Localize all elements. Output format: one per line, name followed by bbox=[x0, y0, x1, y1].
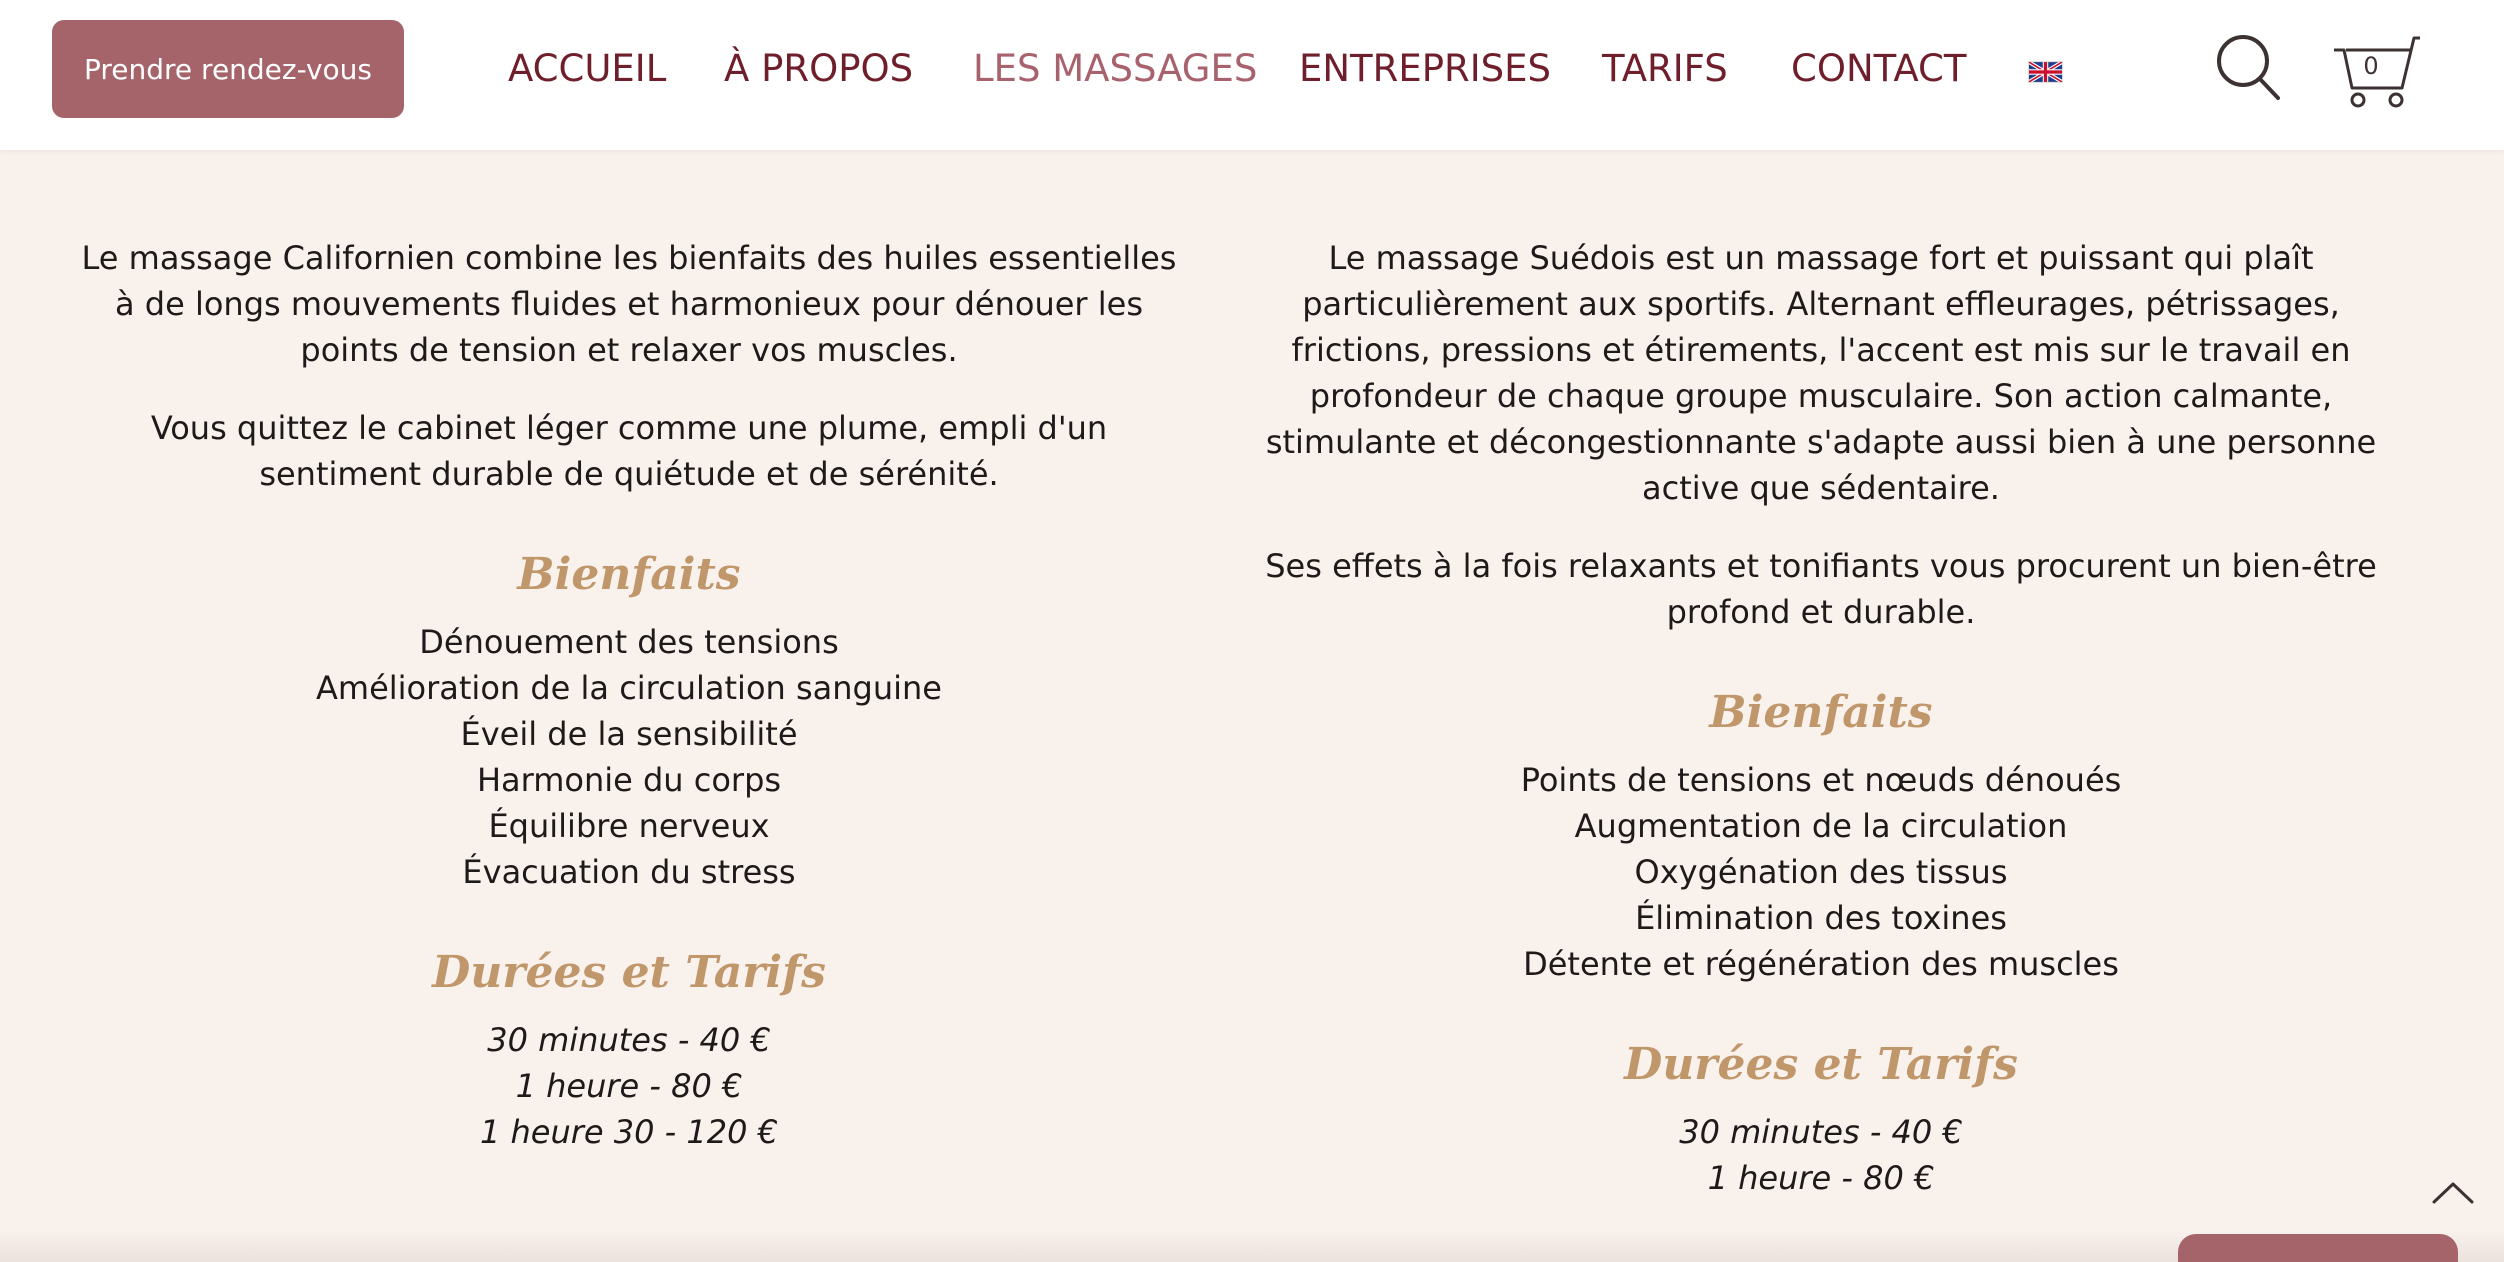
durations-prices-title: Durées et Tarifs bbox=[1624, 1039, 2018, 1090]
page: Prendre rendez-vous ACCUEIL À PROPOS LES… bbox=[0, 0, 2504, 1262]
list-item: Équilibre nerveux bbox=[488, 807, 770, 845]
list-item: Détente et régénération des muscles bbox=[1523, 945, 2119, 983]
benefits-title: Bienfaits bbox=[517, 549, 741, 600]
benefits-list: Dénouement des tensions Amélioration de … bbox=[70, 619, 1188, 895]
book-appointment-button[interactable]: Prendre rendez-vous bbox=[52, 20, 404, 118]
site-header: Prendre rendez-vous ACCUEIL À PROPOS LES… bbox=[0, 0, 2504, 150]
uk-flag-icon[interactable] bbox=[2028, 61, 2063, 83]
floating-action-button[interactable] bbox=[2178, 1234, 2458, 1262]
nav-item-accueil[interactable]: ACCUEIL bbox=[508, 46, 666, 92]
nav-item-les-massages[interactable]: LES MASSAGES bbox=[973, 46, 1257, 92]
durations-prices-title: Durées et Tarifs bbox=[432, 947, 826, 998]
price-item: 30 minutes - 40 € bbox=[487, 1021, 771, 1059]
bottom-fade bbox=[0, 1230, 2504, 1262]
description-paragraph: Ses effets à la fois relaxants et tonifi… bbox=[1265, 547, 2377, 631]
description-paragraph: Le massage Californien combine les bienf… bbox=[81, 239, 1177, 369]
price-item: 1 heure - 80 € bbox=[1707, 1159, 1935, 1197]
list-item: Amélioration de la circulation sanguine bbox=[316, 669, 942, 707]
suedois-massage-section: Le massage Suédois est un massage fort e… bbox=[1262, 235, 2380, 1201]
search-icon[interactable] bbox=[2214, 32, 2284, 104]
list-item: Dénouement des tensions bbox=[419, 623, 839, 661]
description-paragraph: Vous quittez le cabinet léger comme une … bbox=[150, 409, 1108, 493]
chevron-up-icon[interactable] bbox=[2430, 1178, 2476, 1208]
list-item: Augmentation de la circulation bbox=[1574, 807, 2068, 845]
list-item: Éveil de la sensibilité bbox=[460, 715, 798, 753]
list-item: Évacuation du stress bbox=[462, 853, 796, 891]
nav-item-entreprises[interactable]: ENTREPRISES bbox=[1299, 46, 1551, 92]
prices-list: 30 minutes - 40 € 1 heure - 80 € bbox=[1262, 1109, 2380, 1201]
nav-item-a-propos[interactable]: À PROPOS bbox=[724, 46, 913, 92]
nav-item-tarifs[interactable]: TARIFS bbox=[1602, 46, 1728, 92]
nav-item-contact[interactable]: CONTACT bbox=[1791, 46, 1966, 92]
prices-list: 30 minutes - 40 € 1 heure - 80 € 1 heure… bbox=[70, 1017, 1188, 1155]
list-item: Points de tensions et nœuds dénoués bbox=[1520, 761, 2122, 799]
benefits-list: Points de tensions et nœuds dénoués Augm… bbox=[1262, 757, 2380, 987]
benefits-title: Bienfaits bbox=[1709, 687, 1933, 738]
list-item: Harmonie du corps bbox=[476, 761, 782, 799]
cart-count-badge: 0 bbox=[2363, 52, 2379, 80]
list-item: Élimination des toxines bbox=[1635, 899, 2007, 937]
price-item: 30 minutes - 40 € bbox=[1679, 1113, 1963, 1151]
californien-massage-section: Le massage Californien combine les bienf… bbox=[70, 235, 1188, 1155]
list-item: Oxygénation des tissus bbox=[1634, 853, 2008, 891]
price-item: 1 heure 30 - 120 € bbox=[479, 1113, 778, 1151]
description-paragraph: Le massage Suédois est un massage fort e… bbox=[1265, 239, 2377, 507]
price-item: 1 heure - 80 € bbox=[515, 1067, 743, 1105]
